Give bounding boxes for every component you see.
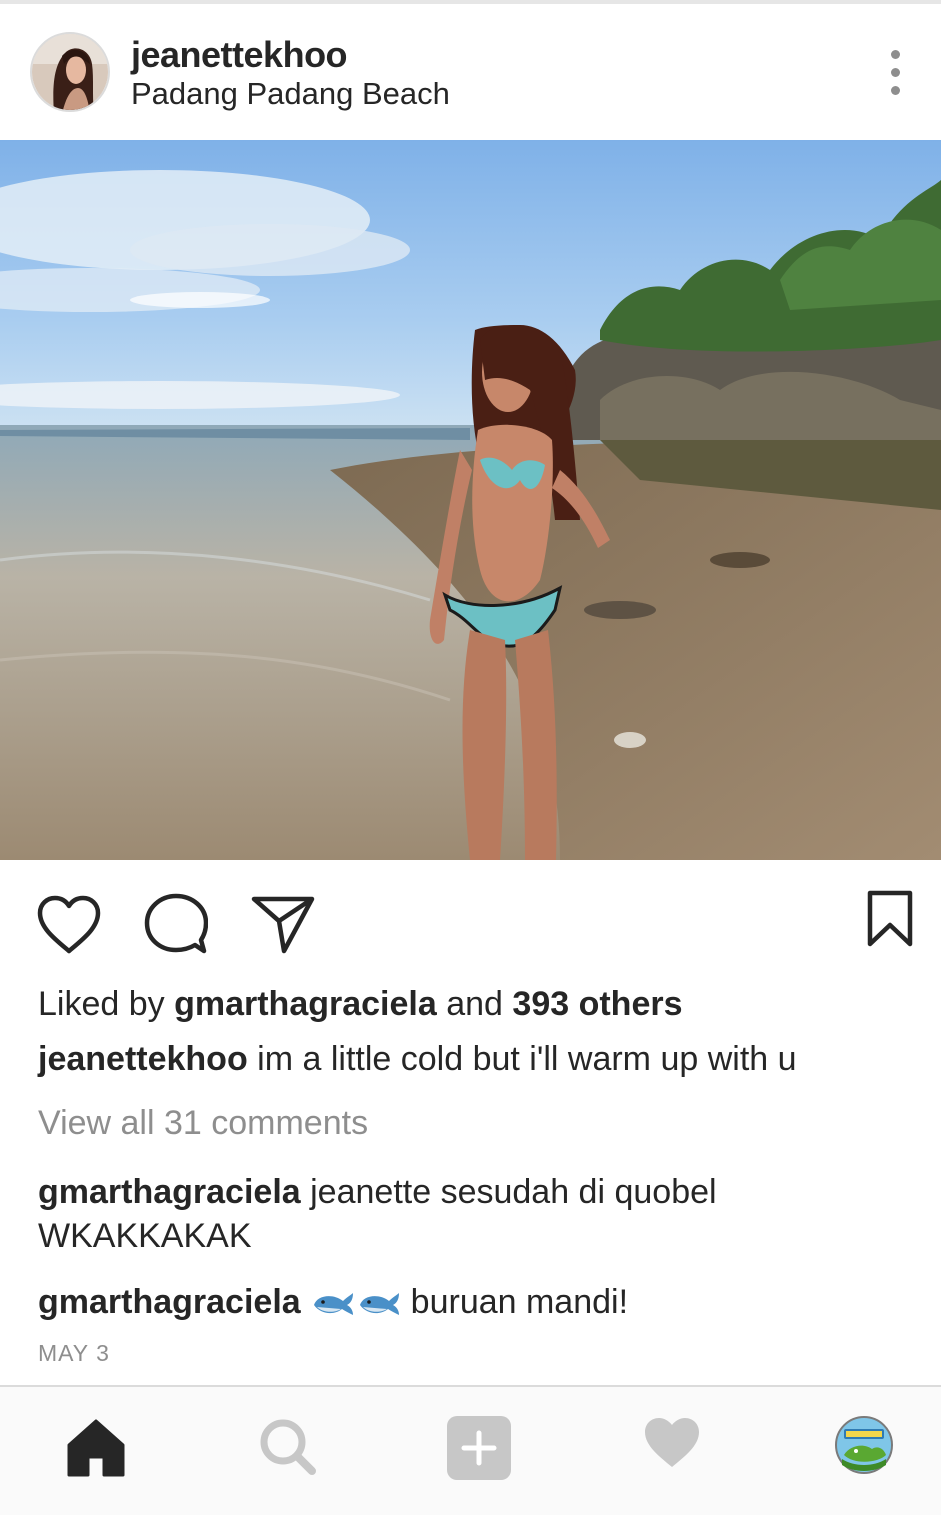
- post-action-bar: [0, 860, 941, 985]
- caption-text: im a little cold but i'll warm up with u: [257, 1040, 797, 1078]
- home-icon[interactable]: [64, 1415, 134, 1485]
- whale-emoji: [311, 1289, 401, 1317]
- share-icon[interactable]: [250, 893, 316, 955]
- comment-icon[interactable]: [144, 893, 209, 955]
- author-avatar[interactable]: [30, 32, 110, 112]
- comment-username[interactable]: gmarthagraciela: [38, 1283, 301, 1322]
- post-location[interactable]: Padang Padang Beach: [131, 76, 450, 112]
- search-icon[interactable]: [256, 1415, 326, 1485]
- view-all-comments-link[interactable]: View all 31 comments: [38, 1104, 368, 1143]
- add-post-icon[interactable]: [446, 1415, 516, 1485]
- post-username[interactable]: jeanettekhoo: [131, 34, 348, 76]
- comment-username[interactable]: gmarthagraciela: [38, 1173, 301, 1211]
- post-header: jeanettekhoo Padang Padang Beach: [0, 4, 941, 140]
- caption-username[interactable]: jeanettekhoo: [38, 1040, 248, 1078]
- bottom-navigation: [0, 1387, 941, 1515]
- heart-icon[interactable]: [36, 895, 102, 955]
- profile-avatar[interactable]: [834, 1415, 904, 1485]
- post-photo[interactable]: [0, 140, 941, 860]
- more-options-icon[interactable]: [880, 48, 912, 100]
- post-date: MAY 3: [38, 1340, 110, 1366]
- activity-heart-icon[interactable]: [642, 1415, 712, 1485]
- comment-item: gmarthagraciela buruan mandi!: [38, 1283, 628, 1322]
- likes-prefix: Liked by: [38, 985, 165, 1023]
- bookmark-icon[interactable]: [866, 890, 914, 948]
- comment-item: gmarthagraciela jeanette sesudah di quob…: [38, 1170, 898, 1258]
- post-caption: jeanettekhoo im a little cold but i'll w…: [38, 1040, 797, 1079]
- liker-username[interactable]: gmarthagraciela: [174, 985, 437, 1023]
- comment-text: buruan mandi!: [410, 1283, 629, 1321]
- likes-summary: Liked by gmarthagraciela and 393 others: [38, 985, 683, 1024]
- likes-conjunction: and: [446, 985, 503, 1023]
- likes-others-count[interactable]: 393 others: [512, 985, 682, 1023]
